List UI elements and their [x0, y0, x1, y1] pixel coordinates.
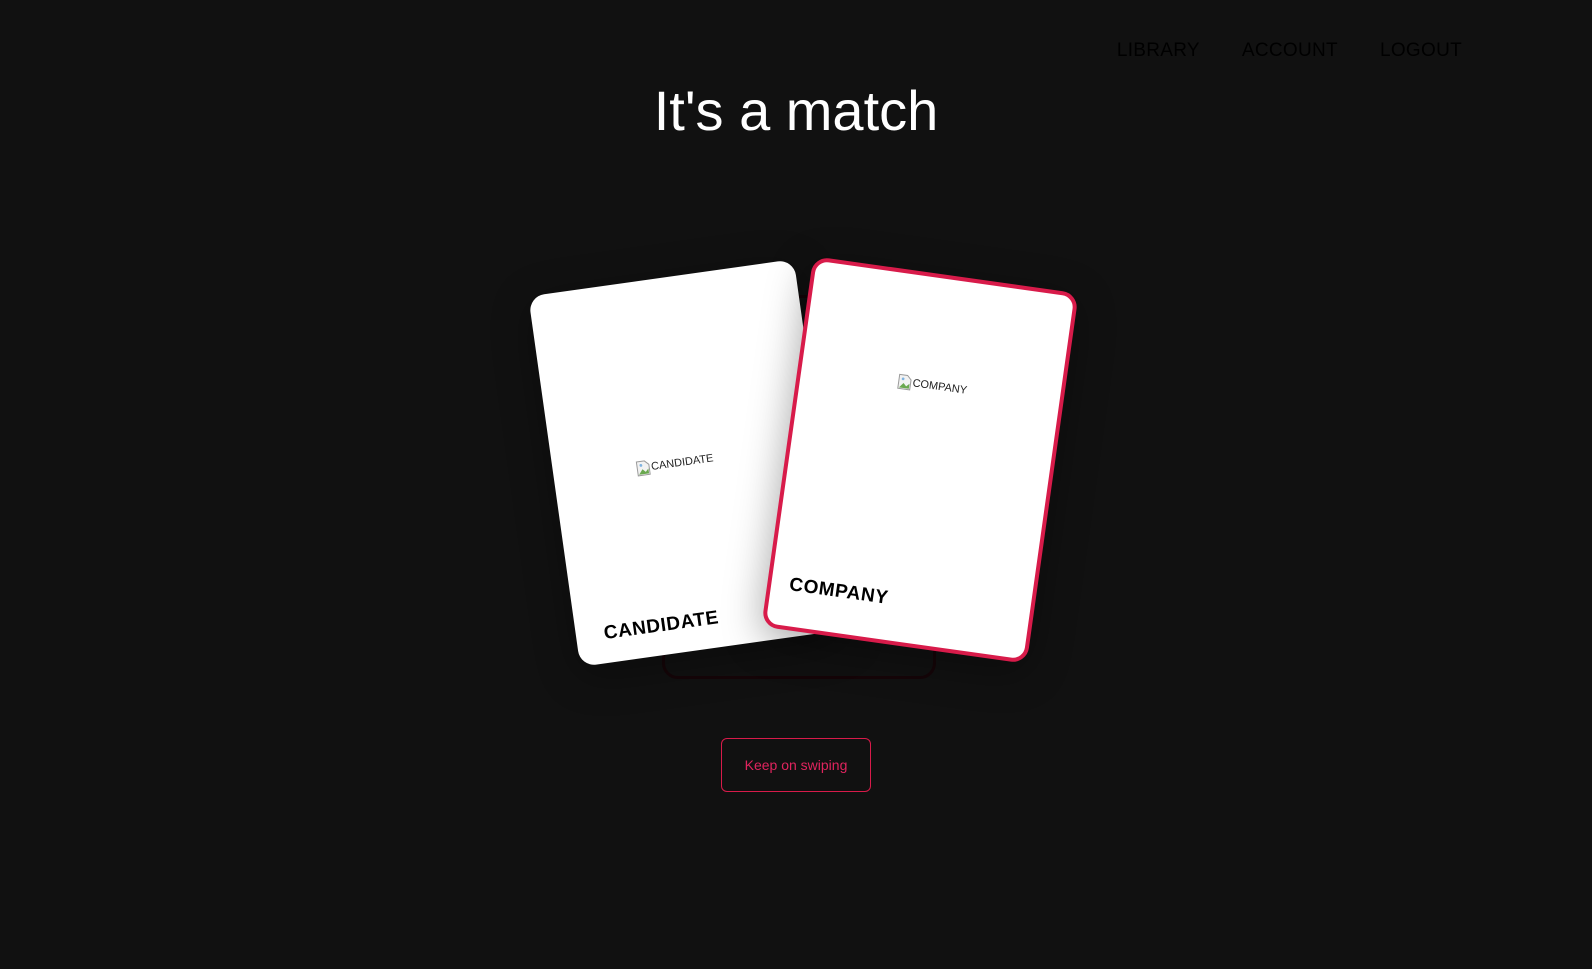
- keep-swiping-button[interactable]: Keep on swiping: [721, 738, 871, 792]
- company-image-alt: COMPANY: [911, 377, 968, 397]
- candidate-image: CANDIDATE: [635, 450, 714, 477]
- company-image: COMPANY: [897, 373, 968, 399]
- candidate-card-label: CANDIDATE: [602, 607, 721, 645]
- nav-item-account[interactable]: ACCOUNT: [1242, 40, 1338, 62]
- nav-item-logout[interactable]: LOGOUT: [1380, 40, 1462, 62]
- company-card: COMPANY COMPANY: [761, 256, 1079, 664]
- candidate-image-alt: CANDIDATE: [650, 452, 715, 473]
- nav-item-library[interactable]: LIBRARY: [1117, 40, 1200, 62]
- broken-image-icon: [897, 373, 913, 391]
- company-card-label: COMPANY: [787, 574, 890, 609]
- broken-image-icon: [635, 459, 651, 477]
- match-page: LIBRARY ACCOUNT LOGOUT It's a match CAND…: [0, 0, 1592, 969]
- page-title: It's a match: [653, 79, 939, 142]
- top-nav: LIBRARY ACCOUNT LOGOUT: [1117, 40, 1462, 62]
